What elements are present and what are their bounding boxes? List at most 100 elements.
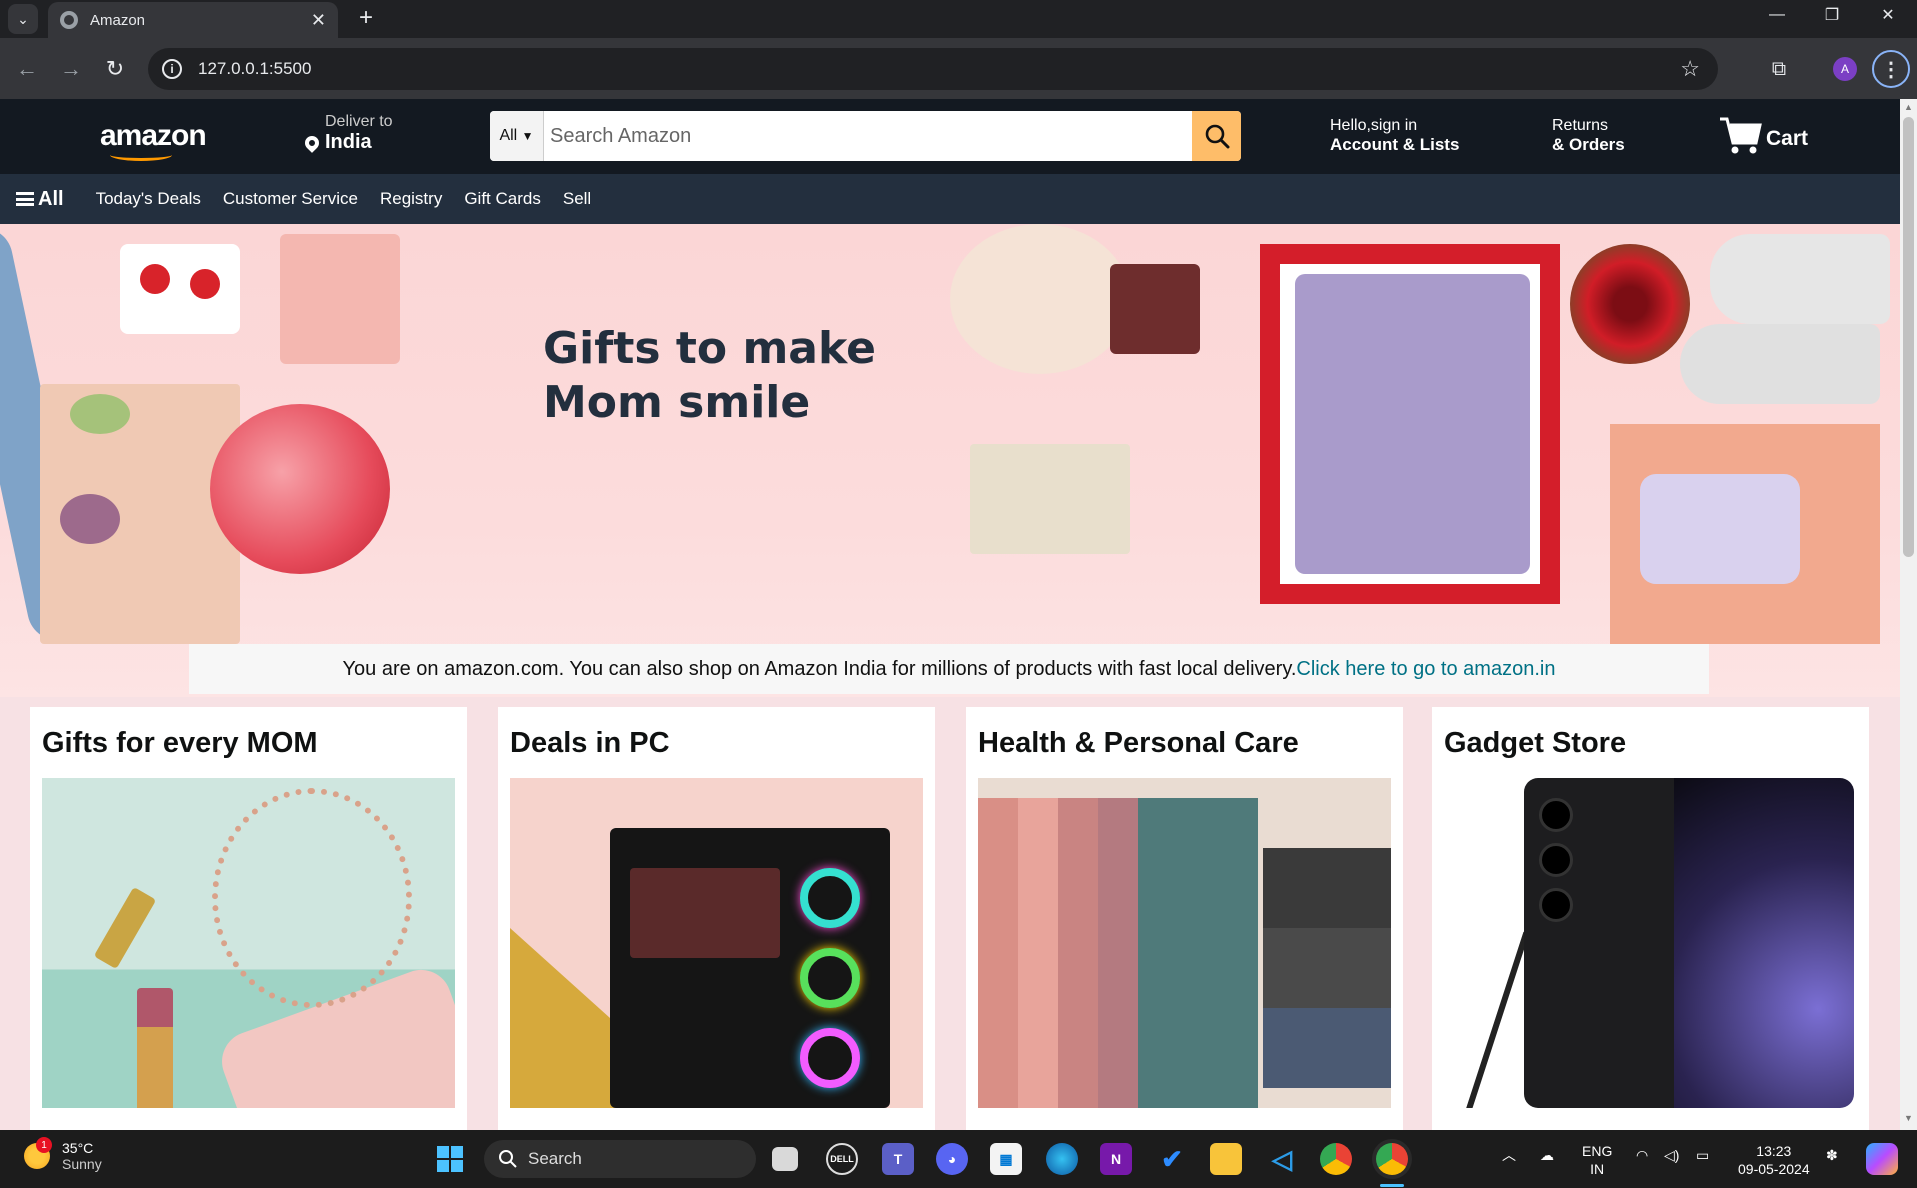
card-health-personal-care[interactable]: Health & Personal Care [966, 707, 1403, 1130]
search-icon [1205, 124, 1229, 149]
card-deals-in-pc[interactable]: Deals in PC [498, 707, 935, 1130]
taskbar-search-label: Search [528, 1149, 582, 1168]
clock[interactable]: 13:23 09-05-2024 [1738, 1142, 1810, 1178]
clock-date: 09-05-2024 [1738, 1161, 1810, 1177]
all-menu-button[interactable]: All [16, 188, 64, 211]
task-view-icon[interactable] [772, 1147, 798, 1171]
deliver-to[interactable]: Deliver to India [302, 113, 393, 154]
chrome-icon[interactable] [1320, 1143, 1352, 1175]
cart-button[interactable]: Cart [1718, 115, 1808, 155]
main-nav: All Today's Deals Customer Service Regis… [0, 174, 1900, 224]
search-department-select[interactable]: All ▼ [490, 111, 544, 161]
tab-search-button[interactable]: ⌄ [8, 4, 38, 34]
edge-icon[interactable] [1046, 1143, 1078, 1175]
hero-left-illustration [0, 224, 450, 646]
dell-icon[interactable]: DELL [826, 1143, 858, 1175]
nav-link-customer-service[interactable]: Customer Service [223, 189, 358, 209]
account-lists[interactable]: Hello,sign in Account & Lists [1330, 117, 1459, 155]
amazon-in-link[interactable]: Click here to go to amazon.in [1296, 658, 1555, 681]
url-text: 127.0.0.1:5500 [198, 59, 312, 78]
teams-icon[interactable]: T [882, 1143, 914, 1175]
scroll-up-icon[interactable]: ▲ [1903, 102, 1914, 114]
store-icon[interactable]: ▦ [990, 1143, 1022, 1175]
battery-icon[interactable]: ▭ [1696, 1146, 1709, 1164]
card-image-phone[interactable] [1444, 778, 1857, 1108]
file-explorer-icon[interactable] [1210, 1143, 1242, 1175]
discord-icon[interactable]: ◕ [936, 1143, 968, 1175]
weather-temp: 35°C [62, 1140, 94, 1156]
card-image-mom-gifts[interactable] [42, 778, 455, 1108]
new-tab-button[interactable]: + [352, 4, 380, 32]
nav-link-sell[interactable]: Sell [563, 189, 591, 209]
orders-label: & Orders [1552, 135, 1625, 154]
language-indicator[interactable]: ENG IN [1582, 1142, 1612, 1178]
card-image-pc[interactable] [510, 778, 923, 1108]
hero-right-illustration [950, 224, 1900, 644]
banner-text: You are on amazon.com. You can also shop… [342, 657, 1297, 680]
amazon-header: amazon Deliver to India All ▼ Hello,sign… [0, 99, 1900, 174]
scrollbar-thumb[interactable] [1903, 117, 1914, 557]
scroll-down-icon[interactable]: ▼ [1903, 1113, 1914, 1125]
hero-banner[interactable]: Gifts to make Mom smile You are on amazo… [0, 224, 1900, 724]
show-hidden-icons[interactable]: ︿ [1502, 1146, 1516, 1164]
tab-title: Amazon [90, 11, 146, 29]
returns-orders[interactable]: Returns & Orders [1552, 117, 1625, 155]
location-pin-icon [302, 132, 322, 153]
amazon-logo[interactable]: amazon [100, 119, 207, 161]
returns-label: Returns [1552, 117, 1609, 134]
todo-icon[interactable]: ✔ [1156, 1143, 1188, 1175]
page-viewport: amazon Deliver to India All ▼ Hello,sign… [0, 99, 1900, 1130]
onenote-icon[interactable]: N [1100, 1143, 1132, 1175]
search-button[interactable] [1192, 111, 1241, 161]
minimize-button[interactable]: — [1749, 0, 1805, 30]
browser-tabstrip: ⌄ Amazon ✕ + — ❐ ✕ [0, 0, 1917, 38]
notifications-icon[interactable]: ✽ [1826, 1146, 1838, 1164]
reload-icon[interactable]: ↻ [100, 54, 130, 84]
card-gadget-store[interactable]: Gadget Store [1432, 707, 1869, 1130]
sun-icon: 1 [24, 1137, 52, 1169]
card-gifts-for-mom[interactable]: Gifts for every MOM [30, 707, 467, 1130]
restore-button[interactable]: ❐ [1804, 0, 1860, 30]
address-bar[interactable]: i 127.0.0.1:5500 ☆ [148, 48, 1718, 90]
extensions-icon[interactable]: ⧉ [1762, 52, 1796, 86]
all-label: All [38, 187, 64, 210]
browser-tab-amazon[interactable]: Amazon ✕ [48, 2, 338, 38]
card-image-health[interactable] [978, 778, 1391, 1108]
logo-smile [110, 149, 172, 161]
profile-avatar[interactable]: A [1833, 57, 1857, 81]
volume-icon[interactable]: ◁) [1664, 1146, 1679, 1164]
category-cards: Gifts for every MOM Deals in PC Health &… [0, 697, 1900, 1130]
account-label: Account & Lists [1330, 135, 1460, 154]
chevron-down-icon: ▼ [521, 129, 534, 143]
lang-line2: IN [1590, 1161, 1605, 1177]
browser-menu-button[interactable]: ⋮ [1872, 50, 1910, 88]
nav-link-gift-cards[interactable]: Gift Cards [464, 189, 541, 209]
vscode-icon[interactable]: ◁ [1266, 1143, 1298, 1175]
forward-icon[interactable]: → [56, 54, 86, 84]
card-title: Health & Personal Care [978, 727, 1299, 759]
globe-icon [60, 11, 78, 29]
site-info-icon[interactable]: i [162, 59, 182, 79]
cart-label: Cart [1766, 127, 1809, 150]
weather-widget[interactable]: 1 35°C Sunny [24, 1137, 102, 1172]
nav-link-registry[interactable]: Registry [380, 189, 442, 209]
nav-link-todays-deals[interactable]: Today's Deals [96, 189, 201, 209]
bookmark-star-icon[interactable]: ☆ [1680, 56, 1700, 82]
back-icon[interactable]: ← [12, 54, 42, 84]
deliver-label: Deliver to [325, 113, 393, 130]
account-greeting: Hello,sign in [1330, 117, 1418, 134]
taskbar-search[interactable]: Search [484, 1140, 756, 1178]
deliver-country: India [325, 131, 372, 153]
close-tab-icon[interactable]: ✕ [311, 10, 326, 31]
close-window-button[interactable]: ✕ [1860, 0, 1916, 30]
windows-start-icon[interactable] [434, 1143, 466, 1175]
page-scrollbar[interactable]: ▲ ▼ [1900, 99, 1917, 1130]
hero-headline: Gifts to make Mom smile [543, 323, 876, 428]
active-app-indicator [1380, 1184, 1404, 1187]
search-input[interactable] [544, 111, 1192, 161]
wifi-icon[interactable]: ◠ [1636, 1146, 1648, 1164]
chrome-profile-icon[interactable] [1376, 1143, 1408, 1175]
copilot-icon[interactable] [1866, 1143, 1898, 1175]
search-icon [499, 1150, 517, 1168]
onedrive-icon[interactable]: ☁ [1540, 1146, 1554, 1164]
